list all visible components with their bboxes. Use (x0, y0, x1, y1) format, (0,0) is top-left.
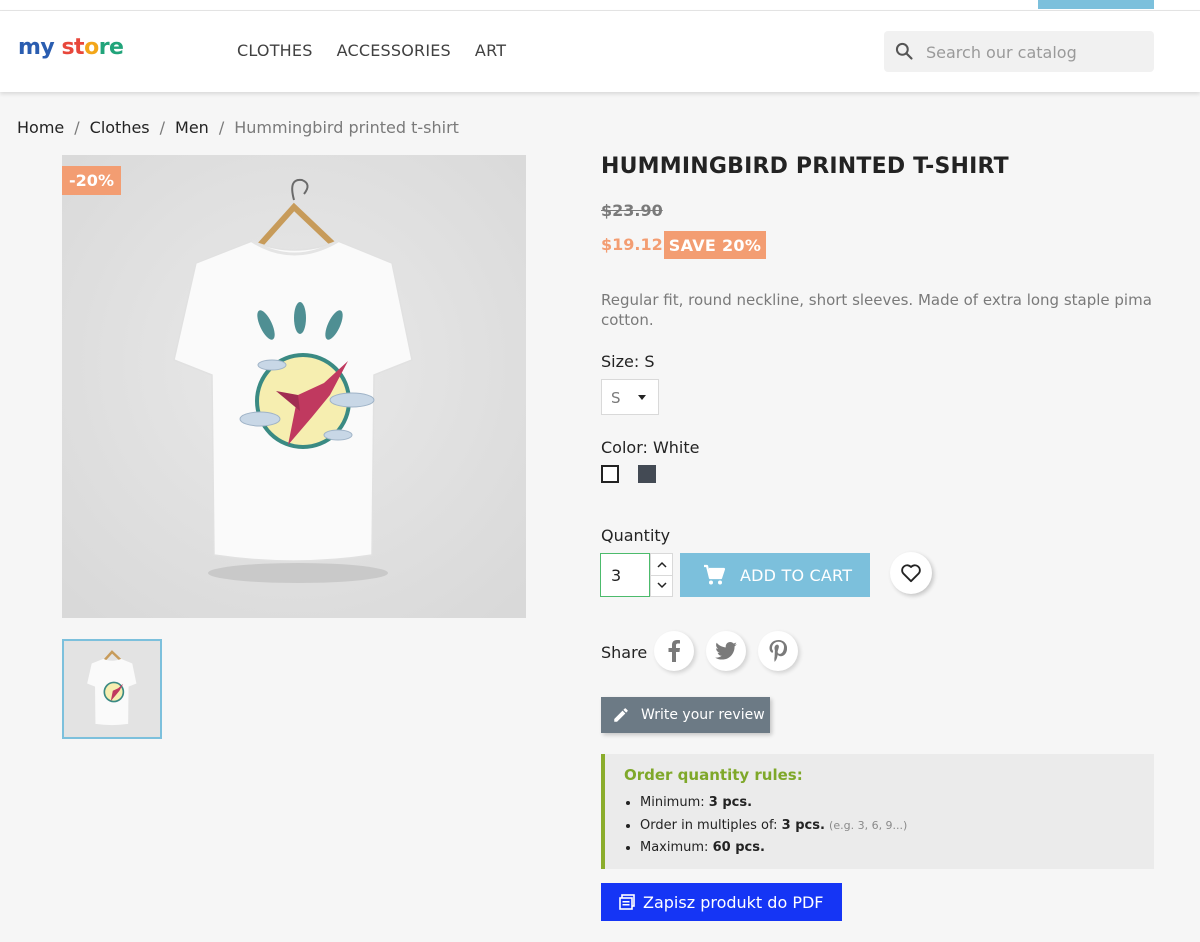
share-facebook-button[interactable] (654, 631, 694, 671)
size-select[interactable]: S (601, 379, 659, 415)
order-quantity-rules: Order quantity rules: Minimum: 3 pcs. Or… (601, 754, 1154, 869)
quantity-stepper (650, 553, 673, 597)
logo-text-st: st (61, 35, 85, 60)
rule-multiples-example: (e.g. 3, 6, 9...) (829, 818, 908, 832)
nav-art[interactable]: ART (475, 41, 506, 60)
product-thumbnail[interactable] (62, 639, 162, 739)
facebook-icon (668, 640, 680, 662)
rule-multiples: Order in multiples of: 3 pcs. (e.g. 3, 6… (640, 815, 907, 838)
quantity-increase-button[interactable] (651, 554, 672, 576)
quantity-label: Quantity (601, 526, 671, 545)
product-main-image[interactable] (62, 155, 526, 618)
pdf-file-icon (619, 894, 635, 910)
add-to-cart-button[interactable]: ADD TO CART (680, 553, 870, 597)
product-description: Regular fit, round neckline, short sleev… (601, 291, 1152, 329)
rule-minimum-label: Minimum: (640, 795, 709, 810)
pinterest-icon (769, 640, 787, 662)
rules-title: Order quantity rules: (624, 766, 803, 784)
save-pdf-label: Zapisz produkt do PDF (643, 892, 824, 912)
main-nav: CLOTHES ACCESSORIES ART (237, 41, 506, 60)
wishlist-button[interactable] (890, 552, 932, 594)
write-review-button[interactable]: Write your review (601, 697, 770, 733)
add-to-cart-label: ADD TO CART (740, 565, 853, 585)
search-input[interactable] (924, 31, 1148, 74)
breadcrumb-men[interactable]: Men (175, 118, 209, 137)
top-accent-bar (1038, 0, 1154, 9)
save-pdf-button[interactable]: Zapisz produkt do PDF (601, 883, 842, 921)
rule-multiples-label: Order in multiples of: (640, 817, 782, 833)
breadcrumb-separator: / (74, 118, 80, 137)
logo-text-o: o (84, 35, 99, 60)
pencil-icon (614, 708, 628, 722)
chevron-down-icon (656, 582, 667, 589)
color-label: Color: White (601, 438, 700, 457)
product-title: HUMMINGBIRD PRINTED T-SHIRT (601, 154, 1009, 179)
quantity-value: 3 (611, 566, 622, 585)
breadcrumb-separator: / (218, 118, 225, 137)
rules-list: Minimum: 3 pcs. Order in multiples of: 3… (622, 792, 907, 860)
caret-down-icon (638, 395, 646, 400)
breadcrumb-home[interactable]: Home (17, 118, 64, 137)
logo-text-re: re (98, 35, 124, 60)
regular-price: $23.90 (601, 201, 663, 220)
tshirt-image (62, 155, 526, 618)
search-icon[interactable] (894, 41, 914, 61)
rule-minimum: Minimum: 3 pcs. (640, 792, 907, 815)
twitter-icon (715, 642, 737, 660)
search-box (884, 31, 1154, 74)
nav-accessories[interactable]: ACCESSORIES (337, 41, 451, 60)
breadcrumb-current: Hummingbird printed t-shirt (234, 118, 459, 137)
share-label: Share (601, 643, 648, 662)
size-select-value: S (611, 389, 621, 407)
heart-icon (901, 564, 921, 583)
size-label: Size: S (601, 352, 655, 371)
color-swatch-white[interactable] (601, 465, 619, 483)
chevron-up-icon (656, 561, 667, 568)
rule-maximum: Maximum: 60 pcs. (640, 837, 907, 860)
write-review-label: Write your review (641, 707, 765, 723)
site-header: my store CLOTHES ACCESSORIES ART (0, 11, 1200, 92)
color-swatch-dark[interactable] (638, 465, 656, 483)
breadcrumb-separator: / (159, 118, 166, 137)
discount-badge: SAVE 20% (664, 231, 766, 259)
current-price: $19.12 (601, 235, 663, 254)
top-strip (0, 0, 1200, 11)
breadcrumb: Home / Clothes / Men / Hummingbird print… (17, 118, 459, 137)
logo-text-my: my (18, 35, 55, 60)
share-pinterest-button[interactable] (758, 631, 798, 671)
shopping-cart-icon (704, 564, 726, 585)
tshirt-thumbnail-image (64, 641, 160, 737)
share-twitter-button[interactable] (706, 631, 746, 671)
nav-clothes[interactable]: CLOTHES (237, 41, 313, 60)
quantity-input[interactable]: 3 (600, 553, 650, 597)
breadcrumb-clothes[interactable]: Clothes (90, 118, 150, 137)
rule-maximum-label: Maximum: (640, 840, 713, 855)
rule-multiples-value: 3 pcs. (781, 817, 825, 833)
rule-minimum-value: 3 pcs. (708, 795, 753, 810)
discount-flag: -20% (62, 166, 121, 195)
store-logo[interactable]: my store (18, 35, 124, 60)
rule-maximum-value: 60 pcs. (712, 840, 765, 855)
quantity-decrease-button[interactable] (651, 575, 672, 596)
